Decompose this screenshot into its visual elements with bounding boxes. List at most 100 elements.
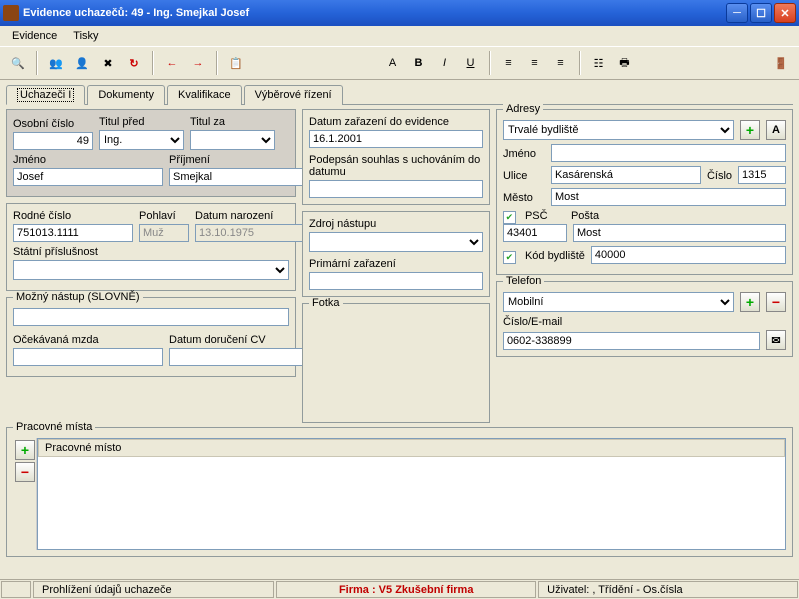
app-icon [3, 5, 19, 21]
titul-za-label: Titul za [190, 116, 275, 128]
tab-kvalifikace[interactable]: Kvalifikace [167, 85, 242, 105]
exit-icon[interactable]: 🚪 [769, 51, 793, 75]
zdroj-label: Zdroj nástupu [309, 218, 483, 230]
search-icon[interactable]: 🔍 [6, 51, 30, 75]
prijmeni-label: Příjmení [169, 154, 319, 166]
group-telefon: Telefon Mobilní + − Číslo/E-mail ✉ [496, 281, 793, 357]
mail-icon[interactable]: ✉ [766, 330, 786, 350]
jmeno-label: Jméno [13, 154, 163, 166]
group-rodne: Rodné číslo Pohlaví Datum narození Státn… [6, 203, 296, 291]
prev-icon[interactable]: ← [160, 51, 184, 75]
telefon-del-button[interactable]: − [766, 292, 786, 312]
datum-cv-input[interactable] [169, 348, 319, 366]
adr-posta-input[interactable] [573, 224, 786, 242]
jmeno-input[interactable] [13, 168, 163, 186]
statusbar: Prohlížení údajů uchazeče Firma : V5 Zku… [0, 579, 799, 599]
adr-cislo-input[interactable] [738, 166, 786, 184]
adr-kod-label: Kód bydliště [525, 250, 585, 262]
telefon-cislo-input[interactable] [503, 332, 760, 350]
group-personal: Osobní číslo Titul před Ing. Titul za Jm… [6, 109, 296, 197]
group-evidence: Datum zařazení do evidence Podepsán souh… [302, 109, 490, 205]
souhlas-input[interactable] [309, 180, 483, 198]
titlebar: Evidence uchazečů: 49 - Ing. Smejkal Jos… [0, 0, 799, 26]
datum-zarazeni-input[interactable] [309, 130, 483, 148]
adr-cislo-label: Číslo [707, 170, 732, 182]
person-remove-icon[interactable]: ✖ [96, 51, 120, 75]
datum-cv-label: Datum doručení CV [169, 334, 319, 346]
status-firma: Firma : V5 Zkušební firma [276, 581, 536, 598]
font-color-icon[interactable]: A [381, 51, 405, 75]
group-fotka: Fotka [302, 303, 490, 423]
nastup-legend: Možný nástup (SLOVNĚ) [13, 291, 143, 303]
next-icon[interactable]: → [186, 51, 210, 75]
statni-label: Státní příslušnost [13, 246, 289, 258]
bold-icon[interactable]: B [407, 51, 431, 75]
close-button[interactable]: ✕ [774, 3, 796, 23]
tab-dokumenty[interactable]: Dokumenty [87, 85, 165, 105]
osobni-cislo-input[interactable] [13, 132, 93, 150]
menu-tisky[interactable]: Tisky [65, 28, 106, 44]
window-title: Evidence uchazečů: 49 - Ing. Smejkal Jos… [23, 7, 724, 19]
adresy-a-button[interactable]: A [766, 120, 786, 140]
print-icon[interactable]: 🖶 [613, 51, 637, 75]
primarni-input[interactable] [309, 272, 483, 290]
prijmeni-input[interactable] [169, 168, 319, 186]
adr-mesto-label: Město [503, 192, 545, 204]
refresh-icon[interactable]: ↻ [122, 51, 146, 75]
align-left-icon[interactable]: ≡ [497, 51, 521, 75]
list-icon[interactable]: ☷ [587, 51, 611, 75]
tab-vyberove[interactable]: Výběrové řízení [244, 85, 343, 105]
statni-select[interactable] [13, 260, 289, 280]
underline-icon[interactable]: U [459, 51, 483, 75]
adresy-typ-select[interactable]: Trvalé bydliště [503, 120, 734, 140]
pracovne-legend: Pracovné místa [13, 421, 95, 433]
telefon-typ-select[interactable]: Mobilní [503, 292, 734, 312]
tabs: Uchazeči I Dokumenty Kvalifikace Výběrov… [0, 80, 799, 104]
adresy-add-button[interactable]: + [740, 120, 760, 140]
ocekavana-input[interactable] [13, 348, 163, 366]
zdroj-select[interactable] [309, 232, 483, 252]
italic-icon[interactable]: I [433, 51, 457, 75]
maximize-button[interactable]: ☐ [750, 3, 772, 23]
fotka-legend: Fotka [309, 297, 343, 309]
pracovne-del-button[interactable]: − [15, 462, 35, 482]
adr-mesto-input[interactable] [551, 188, 786, 206]
adr-jmeno-input[interactable] [551, 144, 786, 162]
telefon-add-button[interactable]: + [740, 292, 760, 312]
minimize-button[interactable]: ─ [726, 3, 748, 23]
group-adresy: Adresy Trvalé bydliště + A Jméno Ulice Č… [496, 109, 793, 275]
tab-uchazeci[interactable]: Uchazeči I [6, 85, 85, 105]
psc-checkbox[interactable]: ✔ [503, 211, 516, 224]
adr-ulice-input[interactable] [551, 166, 701, 184]
status-left: Prohlížení údajů uchazeče [33, 581, 274, 598]
rodne-cislo-input[interactable] [13, 224, 133, 242]
osobni-cislo-label: Osobní číslo [13, 118, 93, 130]
souhlas-label: Podepsán souhlas s uchováním do datumu [309, 154, 483, 178]
adr-kod-input[interactable] [591, 246, 786, 264]
paste-icon[interactable]: 📋 [224, 51, 248, 75]
menubar: Evidence Tisky [0, 26, 799, 46]
titul-pred-label: Titul před [99, 116, 184, 128]
adr-psc-label: PSČ [525, 210, 553, 222]
ocekavana-label: Očekávaná mzda [13, 334, 163, 346]
pohlavi-label: Pohlaví [139, 210, 189, 222]
adr-psc-input[interactable] [503, 224, 567, 242]
titul-za-select[interactable] [190, 130, 275, 150]
align-center-icon[interactable]: ≡ [523, 51, 547, 75]
pracovne-header[interactable]: Pracovné místo [38, 439, 785, 457]
status-right: Uživatel: , Třídění - Os.čísla [538, 581, 798, 598]
rodne-cislo-label: Rodné číslo [13, 210, 133, 222]
people-icon[interactable]: 👥 [44, 51, 68, 75]
nastup-input[interactable] [13, 308, 289, 326]
adr-jmeno-label: Jméno [503, 148, 545, 160]
telefon-legend: Telefon [503, 275, 544, 287]
menu-evidence[interactable]: Evidence [4, 28, 65, 44]
toolbar: 🔍 👥 👤 ✖ ↻ ← → 📋 A B I U ≡ ≡ ≡ ☷ 🖶 🚪 [0, 46, 799, 80]
align-right-icon[interactable]: ≡ [549, 51, 573, 75]
person-add-icon[interactable]: 👤 [70, 51, 94, 75]
titul-pred-select[interactable]: Ing. [99, 130, 184, 150]
kod-checkbox[interactable]: ✔ [503, 251, 516, 264]
adr-posta-label: Pošta [571, 210, 786, 222]
pracovne-add-button[interactable]: + [15, 440, 35, 460]
pohlavi-input [139, 224, 189, 242]
